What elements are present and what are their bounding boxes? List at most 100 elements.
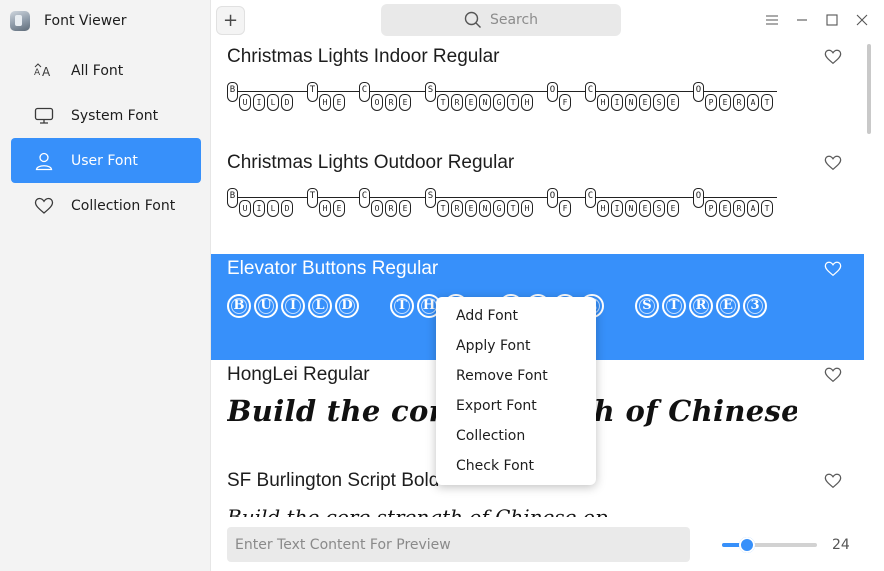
light-bulb-glyph: O (371, 200, 383, 217)
light-bulb-glyph: F (559, 200, 571, 217)
favorite-heart-icon[interactable] (824, 48, 842, 66)
elevator-button-glyph: R (689, 294, 713, 318)
font-name: Christmas Lights Outdoor Regular (227, 152, 515, 173)
light-bulb-glyph: F (559, 94, 571, 111)
light-bulb-glyph: T (437, 94, 449, 111)
light-bulb-glyph: E (399, 200, 411, 217)
light-bulb-glyph: S (653, 200, 665, 217)
favorite-heart-icon[interactable] (824, 154, 842, 172)
elevator-button-glyph: L (308, 294, 332, 318)
light-bulb-glyph: O (547, 188, 558, 208)
font-size-value: 24 (832, 537, 850, 553)
light-bulb-glyph: R (451, 94, 463, 111)
light-bulb-glyph: I (611, 94, 623, 111)
light-bulb-glyph: H (597, 200, 609, 217)
light-bulb-glyph: T (437, 200, 449, 217)
search-icon (464, 11, 481, 28)
light-bulb-glyph: N (479, 200, 491, 217)
light-bulb-glyph: D (281, 200, 293, 217)
minimize-icon (797, 19, 807, 21)
sidebar-item-user-font[interactable]: User Font (11, 138, 201, 183)
font-preview: BUILDTHECORESTRENGTHOFCHINESEOPERAT (227, 188, 787, 228)
elevator-button-glyph: B (227, 294, 251, 318)
menu-item-remove-font[interactable]: Remove Font (436, 361, 596, 391)
close-icon (856, 14, 868, 26)
sidebar-item-label: System Font (71, 107, 159, 124)
sidebar: Font Viewer AA All Font System Font User… (0, 0, 211, 571)
light-bulb-glyph: O (547, 82, 558, 102)
light-bulb-glyph: N (479, 94, 491, 111)
light-bulb-glyph: R (451, 200, 463, 217)
slider-handle[interactable] (738, 537, 755, 553)
light-bulb-glyph: O (693, 82, 704, 102)
light-bulb-glyph: N (625, 94, 637, 111)
preview-text-input[interactable] (227, 527, 690, 562)
light-bulb-glyph: E (639, 94, 651, 111)
light-bulb-glyph: E (333, 200, 345, 217)
light-bulb-glyph: L (267, 200, 279, 217)
light-bulb-glyph: H (521, 200, 533, 217)
font-list-item[interactable]: Christmas Lights Indoor Regular BUILDTHE… (211, 42, 864, 148)
menu-item-apply-font[interactable]: Apply Font (436, 331, 596, 361)
light-bulb-glyph: G (493, 200, 505, 217)
light-bulb-glyph: R (733, 200, 745, 217)
user-icon (33, 150, 55, 172)
light-bulb-glyph: T (507, 94, 519, 111)
light-bulb-glyph: T (507, 200, 519, 217)
sidebar-item-system-font[interactable]: System Font (11, 93, 201, 138)
elevator-button-glyph: E (716, 294, 740, 318)
light-bulb-glyph: H (319, 200, 331, 217)
scrollbar[interactable] (867, 44, 871, 134)
svg-text:A: A (34, 68, 41, 78)
monitor-icon (33, 105, 55, 127)
sidebar-nav: AA All Font System Font User Font Collec… (11, 48, 201, 228)
search-placeholder: Search (489, 12, 539, 28)
titlebar: + Search (211, 0, 884, 42)
favorite-heart-icon[interactable] (824, 472, 842, 490)
menu-icon (766, 15, 778, 25)
light-bulb-glyph: T (761, 200, 773, 217)
favorite-heart-icon[interactable] (824, 366, 842, 384)
light-bulb-glyph: I (611, 200, 623, 217)
light-bulb-glyph: R (733, 94, 745, 111)
font-size-slider[interactable] (722, 537, 817, 553)
minimize-button[interactable] (792, 10, 812, 30)
menu-item-add-font[interactable]: Add Font (436, 301, 596, 331)
font-preview: BUILDTHECORESTRENGTHOFCHINESEOPERAT (227, 82, 787, 122)
sidebar-item-collection-font[interactable]: Collection Font (11, 183, 201, 228)
light-bulb-glyph: C (359, 188, 370, 208)
favorite-heart-icon[interactable] (824, 260, 842, 278)
christmas-lights-preview: BUILDTHECORESTRENGTHOFCHINESEOPERAT (227, 82, 787, 118)
search-box[interactable]: Search (381, 4, 621, 36)
light-bulb-glyph: P (705, 200, 717, 217)
menu-item-check-font[interactable]: Check Font (436, 451, 596, 481)
app-title-bar: Font Viewer (10, 8, 127, 34)
menu-item-export-font[interactable]: Export Font (436, 391, 596, 421)
sidebar-item-label: All Font (71, 62, 124, 79)
light-bulb-glyph: B (227, 188, 238, 208)
add-font-button[interactable]: + (216, 6, 245, 35)
close-button[interactable] (852, 10, 872, 30)
light-bulb-glyph: C (585, 82, 596, 102)
light-bulb-glyph: E (719, 94, 731, 111)
sidebar-item-all-font[interactable]: AA All Font (11, 48, 201, 93)
light-bulb-glyph: E (465, 94, 477, 111)
light-bulb-glyph: H (521, 94, 533, 111)
menu-item-collection[interactable]: Collection (436, 421, 596, 451)
font-name: Christmas Lights Indoor Regular (227, 46, 500, 67)
elevator-button-glyph: T (390, 294, 414, 318)
elevator-button-glyph: 3 (743, 294, 767, 318)
app-title: Font Viewer (44, 13, 127, 29)
elevator-button-glyph: T (662, 294, 686, 318)
main-menu-button[interactable] (762, 10, 782, 30)
light-bulb-glyph: C (585, 188, 596, 208)
font-list-item[interactable]: Christmas Lights Outdoor Regular BUILDTH… (211, 148, 864, 254)
light-bulb-glyph: U (239, 200, 251, 217)
light-bulb-glyph: C (359, 82, 370, 102)
font-name: HongLei Regular (227, 364, 370, 385)
font-viewer-window: Font Viewer AA All Font System Font User… (0, 0, 884, 571)
light-bulb-glyph: I (253, 94, 265, 111)
light-bulb-glyph: R (385, 200, 397, 217)
maximize-button[interactable] (822, 10, 842, 30)
preview-toolbar: 24 (211, 517, 884, 571)
